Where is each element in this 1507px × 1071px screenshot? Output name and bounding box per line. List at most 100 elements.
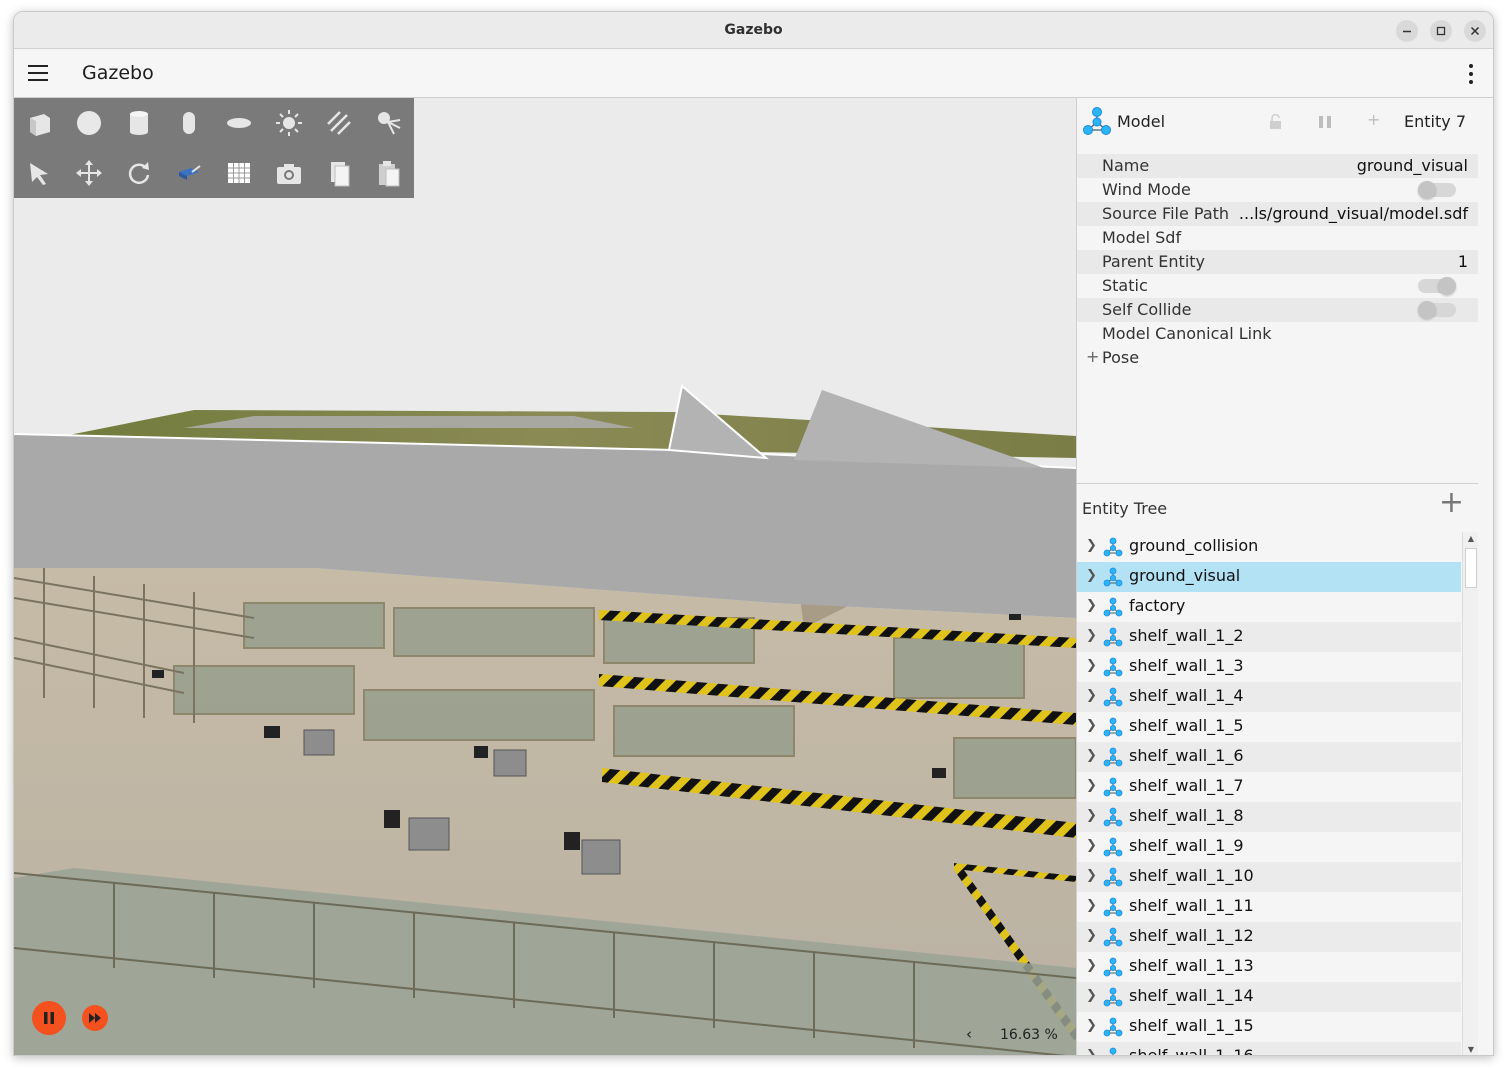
step-button[interactable] (82, 1005, 108, 1031)
ellipsoid-shape-button[interactable] (214, 98, 264, 148)
directional-light-button[interactable] (314, 98, 364, 148)
model-icon (1103, 897, 1123, 917)
tree-item[interactable]: ❯ shelf_wall_1_13 (1077, 952, 1461, 982)
tree-item-label: shelf_wall_1_12 (1129, 926, 1254, 945)
screenshot-icon (277, 164, 301, 184)
fast-forward-icon (89, 1013, 101, 1023)
model-icon (1103, 987, 1123, 1007)
tree-item[interactable]: ❯ factory (1077, 592, 1461, 622)
more-options-icon[interactable] (1469, 64, 1473, 84)
paste-button[interactable] (364, 148, 414, 198)
copy-button[interactable] (314, 148, 364, 198)
model-icon (1083, 107, 1111, 135)
chevron-right-icon[interactable]: ❯ (1086, 868, 1097, 883)
3d-scene-viewport[interactable]: ‹ 16.63 % (14, 98, 1076, 1055)
chevron-right-icon[interactable]: ❯ (1086, 658, 1097, 673)
tree-item[interactable]: ❯ shelf_wall_1_10 (1077, 862, 1461, 892)
scroll-down-icon[interactable]: ▼ (1463, 1043, 1479, 1055)
cylinder-shape-button[interactable] (114, 98, 164, 148)
chevron-right-icon[interactable]: ❯ (1086, 958, 1097, 973)
collapse-stats-chevron-icon[interactable]: ‹ (966, 1025, 972, 1043)
add-entity-icon[interactable]: + (1439, 488, 1464, 518)
chevron-right-icon[interactable]: ❯ (1086, 838, 1097, 853)
chevron-right-icon[interactable]: ❯ (1086, 988, 1097, 1003)
screenshot-button[interactable] (264, 148, 314, 198)
property-source-file-path: Source File Path ...ls/ground_visual/mod… (1077, 202, 1478, 226)
property-model-canonical-link: Model Canonical Link (1077, 322, 1478, 346)
tree-item[interactable]: ❯ shelf_wall_1_7 (1077, 772, 1461, 802)
add-component-icon[interactable]: + (1367, 110, 1380, 129)
shapes-and-tools-toolbar (14, 98, 414, 198)
property-model-sdf[interactable]: Model Sdf (1077, 226, 1478, 250)
tree-item[interactable]: ❯ shelf_wall_1_6 (1077, 742, 1461, 772)
chevron-right-icon[interactable]: ❯ (1086, 598, 1097, 613)
tree-item[interactable]: ❯ shelf_wall_1_16 (1077, 1042, 1461, 1056)
chevron-right-icon[interactable]: ❯ (1086, 898, 1097, 913)
title-bar[interactable]: Gazebo (14, 12, 1493, 49)
chevron-right-icon[interactable]: ❯ (1086, 688, 1097, 703)
lock-icon[interactable] (1268, 114, 1284, 130)
minimize-icon (1403, 30, 1411, 33)
hamburger-menu-icon[interactable] (28, 65, 48, 81)
model-icon (1103, 867, 1123, 887)
tree-item[interactable]: ❯ shelf_wall_1_3 (1077, 652, 1461, 682)
tree-item[interactable]: ❯ shelf_wall_1_2 (1077, 622, 1461, 652)
tree-item[interactable]: ❯ shelf_wall_1_11 (1077, 892, 1461, 922)
chevron-right-icon[interactable]: ❯ (1086, 748, 1097, 763)
tree-item[interactable]: ❯ shelf_wall_1_14 (1077, 982, 1461, 1012)
model-icon (1103, 597, 1123, 617)
rotate-tool-button[interactable] (114, 148, 164, 198)
tree-item[interactable]: ❯ shelf_wall_1_5 (1077, 712, 1461, 742)
cylinder-icon (130, 111, 148, 135)
box-icon (30, 114, 50, 136)
chevron-right-icon[interactable]: ❯ (1086, 1048, 1097, 1055)
tree-item[interactable]: ❯ shelf_wall_1_9 (1077, 832, 1461, 862)
tree-item-label: shelf_wall_1_14 (1129, 986, 1254, 1005)
chevron-right-icon[interactable]: ❯ (1086, 538, 1097, 553)
minimize-button[interactable] (1396, 20, 1418, 42)
transform-control-button[interactable] (164, 148, 214, 198)
tree-item[interactable]: ❯ shelf_wall_1_15 (1077, 1012, 1461, 1042)
chevron-right-icon[interactable]: ❯ (1086, 808, 1097, 823)
chevron-right-icon[interactable]: ❯ (1086, 928, 1097, 943)
tree-item[interactable]: ❯ shelf_wall_1_4 (1077, 682, 1461, 712)
sphere-shape-button[interactable] (64, 98, 114, 148)
model-icon (1103, 927, 1123, 947)
chevron-right-icon[interactable]: ❯ (1086, 1018, 1097, 1033)
tree-item-label: shelf_wall_1_16 (1129, 1046, 1254, 1056)
tree-item-label: shelf_wall_1_3 (1129, 656, 1244, 675)
capsule-shape-button[interactable] (164, 98, 214, 148)
pause-button[interactable] (32, 1001, 66, 1035)
select-tool-button[interactable] (14, 148, 64, 198)
point-light-button[interactable] (264, 98, 314, 148)
chevron-right-icon[interactable]: ❯ (1086, 778, 1097, 793)
spot-light-button[interactable] (364, 98, 414, 148)
rotate-icon (128, 162, 150, 184)
warehouse-scene (14, 98, 1076, 1055)
scroll-thumb[interactable] (1465, 548, 1477, 588)
self-collide-toggle[interactable] (1418, 301, 1456, 319)
grid-config-button[interactable] (214, 148, 264, 198)
tree-item[interactable]: ❯ ground_collision (1077, 532, 1461, 562)
model-icon (1103, 657, 1123, 677)
property-value: ...ls/ground_visual/model.sdf (1238, 204, 1468, 223)
pause-updates-icon[interactable] (1317, 114, 1333, 130)
chevron-right-icon[interactable]: ❯ (1086, 628, 1097, 643)
transform-control-icon (179, 165, 201, 180)
maximize-button[interactable] (1430, 20, 1452, 42)
property-key: Self Collide (1102, 300, 1192, 319)
box-shape-button[interactable] (14, 98, 64, 148)
app-bar: Gazebo (14, 49, 1493, 98)
tree-item[interactable]: ❯ shelf_wall_1_12 (1077, 922, 1461, 952)
entity-tree-scrollbar[interactable]: ▲ ▼ (1462, 532, 1479, 1055)
chevron-right-icon[interactable]: ❯ (1086, 568, 1097, 583)
tree-item[interactable]: ❯ shelf_wall_1_8 (1077, 802, 1461, 832)
pose-expander[interactable]: + Pose (1077, 346, 1478, 370)
tree-item[interactable]: ❯ ground_visual (1077, 562, 1461, 592)
close-button[interactable] (1464, 20, 1486, 42)
scroll-up-icon[interactable]: ▲ (1463, 532, 1479, 546)
wind-mode-toggle[interactable] (1418, 181, 1456, 199)
static-toggle[interactable] (1418, 277, 1456, 295)
translate-tool-button[interactable] (64, 148, 114, 198)
chevron-right-icon[interactable]: ❯ (1086, 718, 1097, 733)
